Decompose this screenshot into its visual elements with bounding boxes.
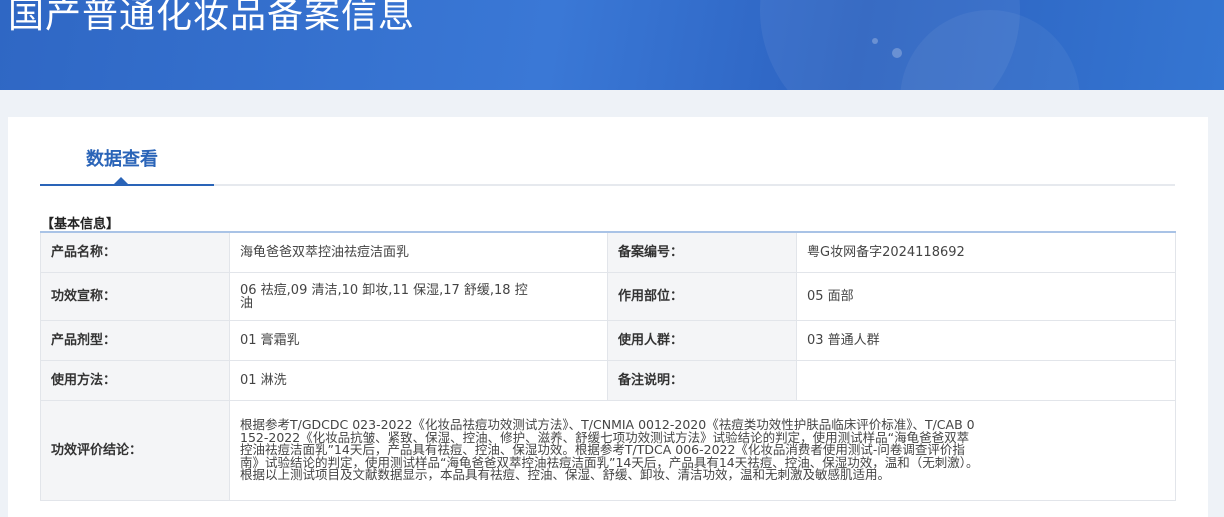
dosage-form-value: 01 膏霜乳 xyxy=(229,320,608,361)
dosage-form-label: 产品剂型： xyxy=(40,320,230,361)
tab-data-view[interactable]: 数据查看 xyxy=(86,145,158,171)
page-title: 国产普通化妆品备案信息 xyxy=(8,0,416,36)
record-number-value: 粤G妆网备字2024118692 xyxy=(796,231,1176,273)
section-title: 【基本信息】 xyxy=(41,217,120,232)
application-site-value: 05 面部 xyxy=(796,272,1176,321)
target-group-label: 使用人群： xyxy=(607,320,797,361)
efficacy-claim-label: 功效宣称： xyxy=(40,272,230,321)
product-name-label: 产品名称： xyxy=(40,231,230,273)
table-row: 产品剂型： 01 膏霜乳 使用人群： 03 普通人群 xyxy=(40,320,1176,361)
efficacy-conclusion-label: 功效评价结论： xyxy=(40,400,230,501)
table-row: 使用方法： 01 淋洗 备注说明： xyxy=(40,360,1176,401)
content-panel: 数据查看 【基本信息】 产品名称： 海龟爸爸双萃控油祛痘洁面乳 备案编号： 粤G… xyxy=(8,117,1208,517)
remarks-label: 备注说明： xyxy=(607,360,797,401)
tab-caret-icon xyxy=(114,177,128,184)
efficacy-conclusion-value: 根据参考T/GDCDC 023-2022《化妆品祛痘功效测试方法》、T/CNMI… xyxy=(240,417,979,483)
usage-method-label: 使用方法： xyxy=(40,360,230,401)
usage-method-value: 01 淋洗 xyxy=(229,360,608,401)
tab-active-indicator xyxy=(40,184,214,186)
tab-bar: 数据查看 xyxy=(40,117,1175,187)
efficacy-conclusion-cell: 根据参考T/GDCDC 023-2022《化妆品祛痘功效测试方法》、T/CNMI… xyxy=(229,400,1176,501)
table-row: 功效宣称： 06 祛痘,09 清洁,10 卸妆,11 保湿,17 舒缓,18 控… xyxy=(40,272,1176,321)
target-group-value: 03 普通人群 xyxy=(796,320,1176,361)
efficacy-claim-cell: 06 祛痘,09 清洁,10 卸妆,11 保湿,17 舒缓,18 控油 xyxy=(229,272,608,321)
efficacy-claim-value: 06 祛痘,09 清洁,10 卸妆,11 保湿,17 舒缓,18 控油 xyxy=(240,282,528,311)
header-banner: 国产普通化妆品备案信息 xyxy=(0,0,1224,90)
table-row: 功效评价结论： 根据参考T/GDCDC 023-2022《化妆品祛痘功效测试方法… xyxy=(40,400,1176,501)
table-row: 产品名称： 海龟爸爸双萃控油祛痘洁面乳 备案编号： 粤G妆网备字20241186… xyxy=(40,231,1176,273)
application-site-label: 作用部位： xyxy=(607,272,797,321)
product-name-value: 海龟爸爸双萃控油祛痘洁面乳 xyxy=(229,231,608,273)
banner-decoration xyxy=(872,38,878,44)
info-table: 产品名称： 海龟爸爸双萃控油祛痘洁面乳 备案编号： 粤G妆网备字20241186… xyxy=(40,231,1176,501)
record-number-label: 备案编号： xyxy=(607,231,797,273)
remarks-value xyxy=(796,360,1176,401)
banner-decoration xyxy=(892,48,902,58)
